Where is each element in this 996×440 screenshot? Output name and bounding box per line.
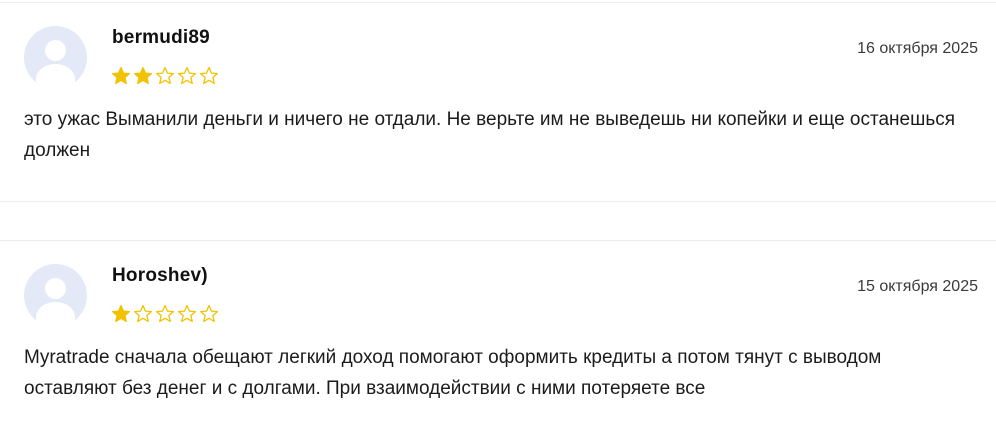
review-text: Myratrade сначала обещают легкий доход п… [24, 347, 882, 399]
rating-stars [111, 304, 219, 324]
user-avatar-icon[interactable] [24, 264, 87, 327]
star-outline-icon [133, 304, 153, 323]
star-filled-icon [111, 304, 131, 323]
star-outline-icon [155, 66, 175, 85]
star-outline-icon [199, 66, 219, 85]
star-outline-icon [199, 304, 219, 323]
divider [0, 201, 996, 202]
review-username[interactable]: Horoshev) [112, 265, 208, 287]
avatar-head [45, 40, 66, 61]
review-card: bermudi89 16 октября 2025 это ужас Выман… [0, 2, 996, 202]
user-avatar-icon[interactable] [24, 26, 87, 89]
avatar-shoulders [36, 302, 75, 327]
star-filled-icon [133, 66, 153, 85]
rating-stars [111, 66, 219, 86]
review-text: это ужас Выманили деньги и ничего не отд… [24, 109, 956, 161]
avatar-shoulders [36, 64, 75, 89]
review-date: 16 октября 2025 [857, 40, 978, 57]
avatar-head [45, 278, 66, 299]
star-outline-icon [177, 304, 197, 323]
star-outline-icon [155, 304, 175, 323]
star-filled-icon [111, 66, 131, 85]
review-card: Horoshev) 15 октября 2025 Myratrade снач… [0, 240, 996, 440]
review-username[interactable]: bermudi89 [112, 27, 210, 49]
review-date: 15 октября 2025 [857, 278, 978, 295]
star-outline-icon [177, 66, 197, 85]
